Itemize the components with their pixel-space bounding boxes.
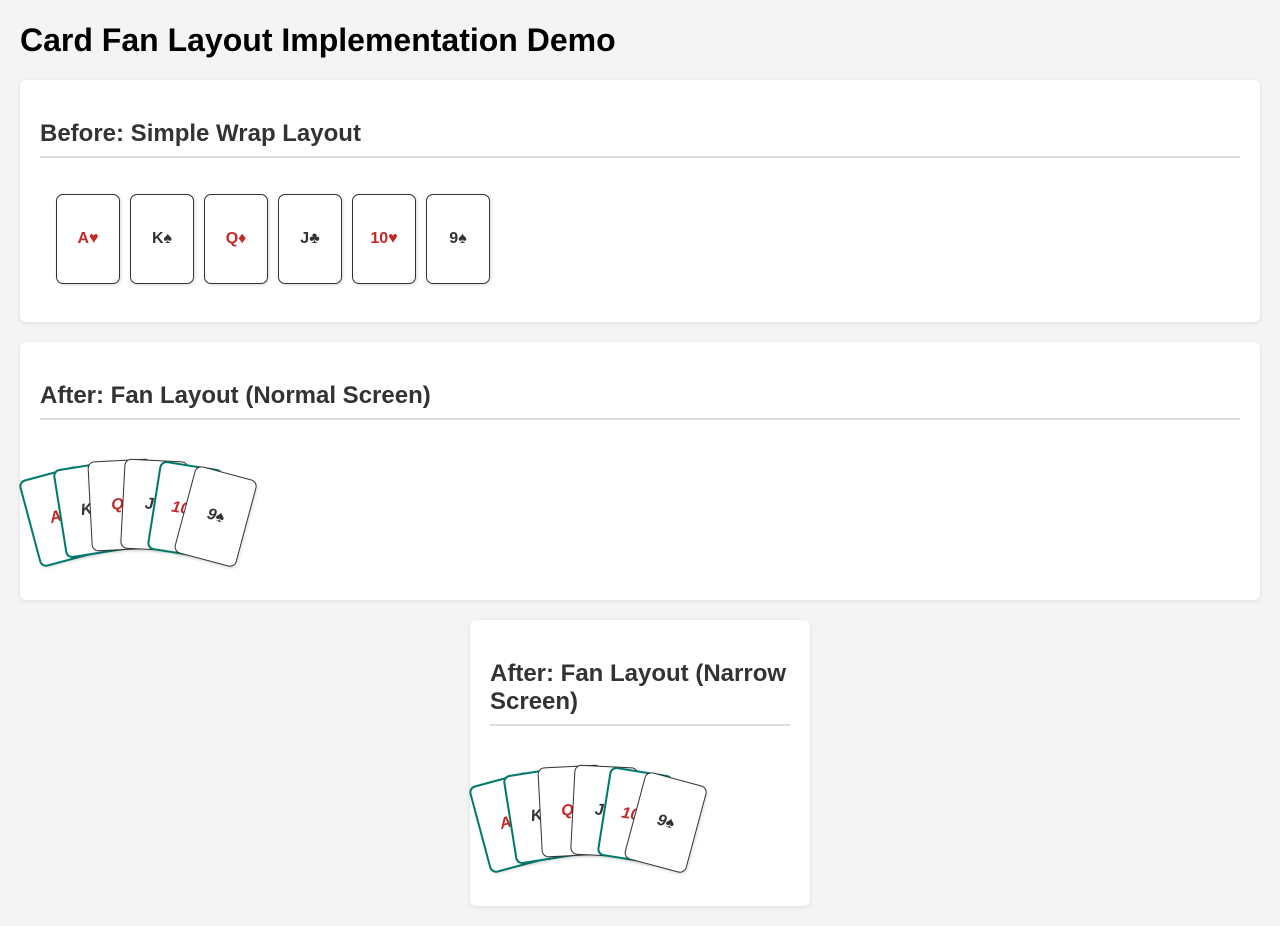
fan-narrow-section: After: Fan Layout (Narrow Screen) A♥ K♠ … — [467, 620, 810, 906]
page-title: Card Fan Layout Implementation Demo — [20, 22, 616, 58]
fan-normal-section: After: Fan Layout (Normal Screen) A♥ K♠ … — [17, 342, 1260, 600]
wrap-card[interactable]: Q♦ — [204, 194, 268, 284]
wrap-card[interactable]: J♣ — [278, 194, 342, 284]
fan-normal-hand: A♥ K♠ Q♦ J♣ 10♥ 9♠ — [17, 342, 1260, 600]
fan-narrow-hand: A♥ K♠ Q♦ J♣ 10♥ 9♠ — [467, 620, 810, 906]
wrap-card[interactable]: A♥ — [56, 194, 120, 284]
wrap-card[interactable]: 10♥ — [352, 194, 416, 284]
wrap-card[interactable]: 9♠ — [426, 194, 490, 284]
wrap-card[interactable]: K♠ — [130, 194, 194, 284]
before-heading: Before: Simple Wrap Layout — [40, 120, 1240, 158]
before-section: Before: Simple Wrap Layout A♥ K♠ Q♦ J♣ 1… — [20, 80, 1260, 322]
